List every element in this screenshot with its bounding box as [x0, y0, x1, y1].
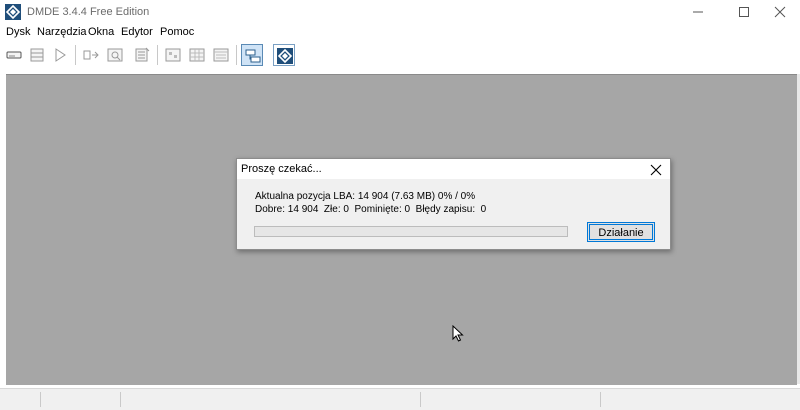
menu-pomoc[interactable]: Pomoc — [160, 26, 194, 38]
toolbar-separator — [236, 45, 237, 65]
drive-icon[interactable] — [3, 44, 25, 66]
partitions-icon[interactable] — [26, 44, 48, 66]
status-pane — [120, 392, 121, 407]
list-icon[interactable] — [210, 44, 232, 66]
status-pane — [420, 392, 421, 407]
lba-position-text: Aktualna pozycja LBA: 14 904 (7.63 MB) 0… — [255, 191, 476, 202]
panel-icon[interactable] — [241, 44, 263, 66]
dialog-title: Proszę czekać... — [241, 163, 322, 175]
menu-narzedzia[interactable]: Narzędzia — [37, 26, 87, 38]
play-icon[interactable] — [49, 44, 71, 66]
menu-okna[interactable]: Okna — [88, 26, 114, 38]
toolbar — [0, 42, 800, 68]
menu-edytor[interactable]: Edytor — [121, 26, 153, 38]
mouse-cursor-icon — [452, 324, 464, 346]
status-pane — [40, 392, 41, 407]
dmde-logo-icon[interactable] — [273, 44, 295, 66]
progress-dialog: Proszę czekać... Aktualna pozycja LBA: 1… — [236, 158, 671, 250]
status-bar — [0, 388, 800, 410]
cluster-map-icon[interactable] — [162, 44, 184, 66]
toolbar-separator — [157, 45, 158, 65]
close-icon[interactable] — [650, 161, 662, 180]
dmde-app-icon[interactable] — [5, 4, 21, 20]
action-button[interactable]: Działanie — [587, 222, 655, 242]
menu-dysk[interactable]: Dysk — [6, 26, 30, 38]
sector-stats-text: Dobre: 14 904 Złe: 0 Pominięte: 0 Błędy … — [255, 204, 487, 215]
toolbar-separator — [75, 45, 76, 65]
maximize-icon[interactable] — [727, 0, 761, 24]
table-icon[interactable] — [186, 44, 208, 66]
title-bar: DMDE 3.4.4 Free Edition — [0, 0, 800, 24]
editor-icon[interactable] — [131, 44, 153, 66]
dialog-title-bar: Proszę czekać... — [237, 159, 670, 179]
progress-bar — [254, 226, 568, 237]
menu-bar: Dysk Narzędzia Okna Edytor Pomoc — [0, 24, 800, 42]
close-icon[interactable] — [763, 0, 797, 24]
search-icon[interactable] — [104, 44, 126, 66]
open-volume-icon[interactable] — [80, 44, 102, 66]
status-pane — [600, 392, 601, 407]
window-title: DMDE 3.4.4 Free Edition — [27, 6, 150, 18]
minimize-icon[interactable] — [681, 0, 715, 24]
